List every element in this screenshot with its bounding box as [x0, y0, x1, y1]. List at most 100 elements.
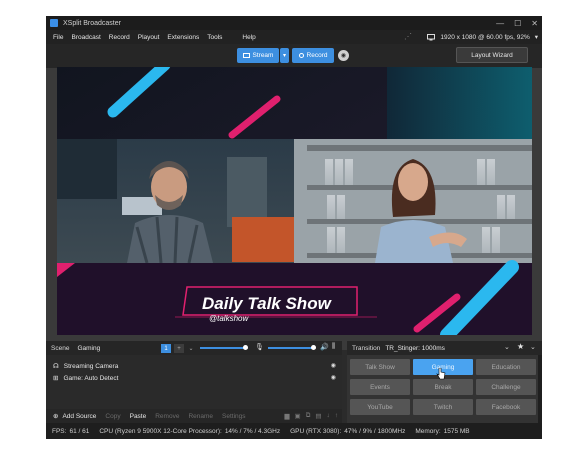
monitor-icon	[427, 33, 436, 40]
left-volume-knob[interactable]	[243, 345, 248, 350]
transition-label: Transition	[352, 344, 381, 352]
speaker-icon[interactable]: 🔊	[320, 343, 329, 351]
lock-icon[interactable]: ▣	[295, 412, 301, 420]
star-icon[interactable]: ★	[517, 342, 524, 351]
scene-artwork: Daily Talk Show @talkshow	[57, 67, 532, 335]
gamepad-icon: ⊞	[53, 375, 59, 382]
copy-button[interactable]: Copy	[105, 413, 120, 420]
arrow-down-icon[interactable]: ↓	[327, 412, 330, 420]
right-volume-fill	[268, 347, 313, 349]
camera-feed-host	[57, 139, 294, 264]
camera-icon: ◉	[340, 53, 347, 59]
menu-tools[interactable]: Tools	[207, 34, 222, 41]
snapshot-button[interactable]: ◉	[338, 50, 349, 61]
camera-feed-guest	[294, 139, 532, 263]
memory-label: Memory:	[415, 427, 441, 435]
stream-button[interactable]: Stream	[237, 48, 279, 63]
source-item[interactable]: ⊞ Game: Auto Detect	[53, 373, 118, 383]
share-icon[interactable]: ⋰	[404, 33, 412, 41]
record-label: Record	[306, 52, 328, 59]
visibility-eye-icon[interactable]: ◉	[331, 362, 336, 369]
menu-file[interactable]: File	[53, 34, 63, 41]
remove-button[interactable]: Remove	[155, 413, 179, 420]
image-icon[interactable]: ▤	[315, 412, 321, 420]
caret-down-icon: ▾	[282, 53, 286, 59]
app-window: XSplit Broadcaster — ☐ ✕ File Broadcast …	[46, 16, 542, 439]
preset-button[interactable]: Talk Show	[350, 359, 410, 375]
group-icon[interactable]: ⧉	[306, 412, 311, 420]
cpu-value: 14% / 7% / 4.3GHz	[224, 427, 281, 435]
preset-button[interactable]: YouTube	[350, 399, 410, 415]
close-button[interactable]: ✕	[531, 19, 538, 28]
preset-button[interactable]: Challenge	[476, 379, 536, 395]
menu-bar: File Broadcast Record Playout Extensions…	[46, 30, 542, 44]
window-title: XSplit Broadcaster	[63, 19, 121, 27]
memory-value: 1575 MB	[443, 427, 470, 435]
menu-extensions[interactable]: Extensions	[167, 34, 199, 41]
stream-dropdown-button[interactable]: ▾	[280, 48, 289, 63]
add-source-button[interactable]: Add Source	[62, 413, 96, 420]
presets-scrollbar[interactable]	[538, 355, 542, 423]
layout-wizard-button[interactable]: Layout Wizard	[456, 47, 528, 63]
caret-down-icon: ▾	[534, 34, 538, 41]
preset-button[interactable]: Events	[350, 379, 410, 395]
scene-number-button[interactable]: 1	[161, 344, 171, 353]
scene-presets: Talk Show Gaming Education Events Break Chall…	[347, 355, 542, 423]
gpu-label: GPU (RTX 3080):	[290, 427, 342, 435]
left-volume-fill	[200, 347, 245, 349]
source-item[interactable]: ☊ Streaming Camera	[53, 361, 118, 371]
arrow-up-icon[interactable]: ↑	[335, 412, 338, 420]
rename-button[interactable]: Rename	[188, 413, 213, 420]
fps-value: 61 / 61	[69, 427, 90, 435]
resolution-selector[interactable]: 1920 x 1080 @ 60.00 fps, 92% ▾	[427, 30, 538, 44]
preset-button[interactable]: Break	[413, 379, 473, 395]
folder-icon[interactable]: ▆	[285, 412, 290, 420]
visibility-eye-icon[interactable]: ◉	[331, 374, 336, 381]
fps-label: FPS:	[52, 427, 67, 435]
add-source-icon[interactable]: ⊕	[53, 412, 58, 420]
maximize-button[interactable]: ☐	[514, 19, 521, 28]
title-bar: XSplit Broadcaster — ☐ ✕	[46, 16, 542, 30]
preset-button[interactable]: Education	[476, 359, 536, 375]
scene-name-field[interactable]: Gaming	[77, 345, 157, 352]
resolution-text: 1920 x 1080 @ 60.00 fps, 92%	[440, 33, 530, 41]
chevron-down-icon[interactable]: ⌄	[504, 343, 510, 351]
left-volume-slider[interactable]	[200, 345, 248, 350]
cpu-label: CPU (Ryzen 9 5900X 12-Core Processor):	[99, 427, 222, 435]
right-volume-slider[interactable]	[268, 345, 316, 350]
gpu-value: 47% / 9% / 1800MHz	[344, 427, 406, 435]
camera-icon: ☊	[53, 363, 59, 370]
menu-help[interactable]: Help	[242, 34, 255, 41]
menu-playout[interactable]: Playout	[138, 34, 160, 41]
app-logo-icon	[50, 19, 58, 27]
record-icon	[298, 53, 304, 58]
menu-broadcast[interactable]: Broadcast	[71, 34, 100, 41]
minimize-button[interactable]: —	[496, 19, 504, 28]
preset-button[interactable]: Twitch	[413, 399, 473, 415]
toolbar: Stream ▾ Record ◉ Layout Wizard	[46, 44, 542, 68]
window-controls: — ☐ ✕	[496, 16, 538, 30]
paste-button[interactable]: Paste	[130, 413, 147, 420]
menu-record[interactable]: Record	[109, 34, 130, 41]
scene-dropdown-button[interactable]: ⌄	[187, 344, 195, 353]
transition-bar: Transition TR_Stinger: 1000ms ⌄ ★ ⌄	[347, 341, 542, 355]
mixer-icon[interactable]: ⫼	[332, 343, 335, 351]
chevron-down-icon[interactable]: ⌄	[530, 343, 536, 351]
stage-preview[interactable]: Daily Talk Show @talkshow	[57, 67, 532, 335]
microphone-icon[interactable]: 🎙	[255, 343, 264, 351]
right-volume-knob[interactable]	[311, 345, 316, 350]
preset-button[interactable]: Facebook	[476, 399, 536, 415]
source-label: Streaming Camera	[63, 362, 119, 370]
add-scene-button[interactable]: +	[174, 344, 184, 353]
show-handle-text: @talkshow	[209, 314, 249, 323]
scene-label: Scene	[51, 344, 70, 352]
source-toolbar: ⊕ Add Source Copy Paste Remove Rename Se…	[46, 409, 342, 423]
settings-button[interactable]: Settings	[222, 413, 246, 420]
stream-label: Stream	[252, 52, 274, 59]
status-bar: FPS: 61 / 61 CPU (Ryzen 9 5900X 12-Core …	[46, 423, 542, 439]
source-tool-icons: ▆ ▣ ⧉ ▤ ↓ ↑	[285, 412, 338, 420]
mouse-cursor-icon	[436, 368, 446, 380]
scene-bar: Scene Gaming 1 + ⌄ 🎙 🔊 ⫼	[46, 341, 342, 355]
record-button[interactable]: Record	[292, 48, 334, 63]
transition-select[interactable]: TR_Stinger: 1000ms	[385, 345, 445, 352]
